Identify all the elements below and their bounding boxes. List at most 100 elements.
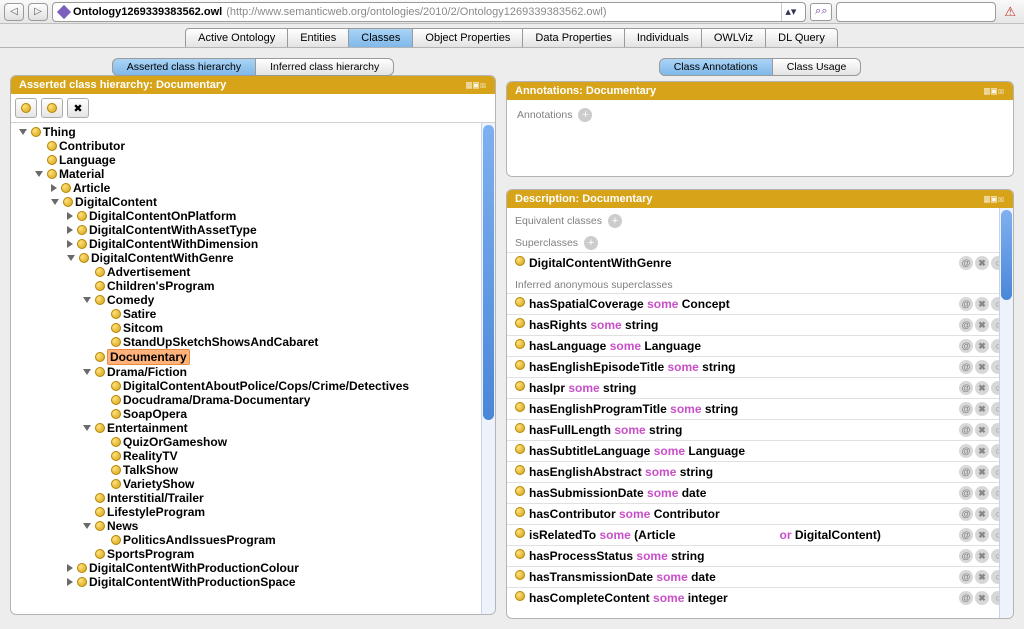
row-action-button[interactable]: @ bbox=[959, 360, 973, 374]
tree-node[interactable]: DigitalContentWithProductionSpace bbox=[65, 575, 495, 589]
panel-window-controls[interactable]: ▥▣☒ bbox=[984, 86, 1005, 97]
row-action-button[interactable]: @ bbox=[959, 318, 973, 332]
find-button[interactable]: ⌕⌕ bbox=[810, 3, 832, 21]
add-sibling-button[interactable] bbox=[41, 98, 63, 118]
tree-node[interactable]: Documentary bbox=[81, 349, 495, 365]
tree-node[interactable]: PoliticsAndIssuesProgram bbox=[97, 533, 495, 547]
row-action-button[interactable]: ✖ bbox=[975, 423, 989, 437]
row-action-button[interactable]: ✖ bbox=[975, 256, 989, 270]
row-action-button[interactable]: @ bbox=[959, 591, 973, 605]
tree-node[interactable]: DigitalContentWithGenre bbox=[65, 251, 495, 265]
tree-node[interactable]: TalkShow bbox=[97, 463, 495, 477]
row-action-button[interactable]: @ bbox=[959, 402, 973, 416]
row-action-button[interactable]: ✖ bbox=[975, 360, 989, 374]
subtab-inferred-class-hierarchy[interactable]: Inferred class hierarchy bbox=[255, 58, 394, 76]
scrollbar[interactable] bbox=[481, 123, 495, 614]
disclosure-closed-icon[interactable] bbox=[67, 564, 73, 572]
tree-node[interactable]: DigitalContentOnPlatform bbox=[65, 209, 495, 223]
tab-active-ontology[interactable]: Active Ontology bbox=[185, 28, 288, 47]
inferred-row[interactable]: hasEnglishAbstract some string @✖○ bbox=[507, 461, 1013, 482]
disclosure-open-icon[interactable] bbox=[67, 255, 75, 261]
tree-node[interactable]: DigitalContentWithDimension bbox=[65, 237, 495, 251]
tree-node[interactable]: Docudrama/Drama-Documentary bbox=[97, 393, 495, 407]
tree-node[interactable]: LifestyleProgram bbox=[81, 505, 495, 519]
inferred-row[interactable]: hasEnglishEpisodeTitle some string @✖○ bbox=[507, 356, 1013, 377]
add-annotation-button[interactable]: + bbox=[578, 108, 592, 122]
tree-node[interactable]: Children'sProgram bbox=[81, 279, 495, 293]
scrollbar[interactable] bbox=[999, 208, 1013, 618]
tree-node[interactable]: Material bbox=[33, 167, 495, 181]
tree-node[interactable]: StandUpSketchShowsAndCabaret bbox=[97, 335, 495, 349]
disclosure-open-icon[interactable] bbox=[51, 199, 59, 205]
row-action-button[interactable]: @ bbox=[959, 423, 973, 437]
tree-node[interactable]: Advertisement bbox=[81, 265, 495, 279]
row-action-button[interactable]: ✖ bbox=[975, 528, 989, 542]
row-action-button[interactable]: ✖ bbox=[975, 549, 989, 563]
tree-node[interactable]: Drama/Fiction bbox=[81, 365, 495, 379]
disclosure-closed-icon[interactable] bbox=[67, 212, 73, 220]
panel-window-controls[interactable]: ▥▣☒ bbox=[984, 194, 1005, 205]
tab-entities[interactable]: Entities bbox=[287, 28, 349, 47]
iri-dropdown-button[interactable]: ▴▾ bbox=[781, 3, 799, 21]
tree-node[interactable]: Language bbox=[33, 153, 495, 167]
row-action-button[interactable]: ✖ bbox=[975, 570, 989, 584]
tree-node[interactable]: Article bbox=[49, 181, 495, 195]
row-action-button[interactable]: @ bbox=[959, 256, 973, 270]
row-action-button[interactable]: @ bbox=[959, 465, 973, 479]
tab-dl-query[interactable]: DL Query bbox=[765, 28, 838, 47]
ontology-iri-field[interactable]: Ontology1269339383562.owl (http://www.se… bbox=[52, 2, 806, 22]
tree-node[interactable]: QuizOrGameshow bbox=[97, 435, 495, 449]
tree-node[interactable]: DigitalContentWithAssetType bbox=[65, 223, 495, 237]
subtab-class-annotations[interactable]: Class Annotations bbox=[659, 58, 773, 76]
disclosure-open-icon[interactable] bbox=[83, 297, 91, 303]
search-input[interactable] bbox=[836, 2, 996, 22]
disclosure-open-icon[interactable] bbox=[83, 523, 91, 529]
tree-node[interactable]: SoapOpera bbox=[97, 407, 495, 421]
tab-individuals[interactable]: Individuals bbox=[624, 28, 702, 47]
disclosure-open-icon[interactable] bbox=[83, 425, 91, 431]
row-action-button[interactable]: @ bbox=[959, 339, 973, 353]
tree-node[interactable]: News bbox=[81, 519, 495, 533]
row-action-button[interactable]: @ bbox=[959, 297, 973, 311]
tree-node[interactable]: Sitcom bbox=[97, 321, 495, 335]
inferred-row[interactable]: hasTransmissionDate some date @✖○ bbox=[507, 566, 1013, 587]
row-action-button[interactable]: ✖ bbox=[975, 297, 989, 311]
inferred-row[interactable]: hasProcessStatus some string @✖○ bbox=[507, 545, 1013, 566]
row-action-button[interactable]: @ bbox=[959, 486, 973, 500]
row-action-button[interactable]: @ bbox=[959, 507, 973, 521]
delete-class-button[interactable]: ✖ bbox=[67, 98, 89, 118]
inferred-row[interactable]: hasSubmissionDate some date @✖○ bbox=[507, 482, 1013, 503]
row-action-button[interactable]: ✖ bbox=[975, 402, 989, 416]
tab-data-properties[interactable]: Data Properties bbox=[522, 28, 624, 47]
disclosure-closed-icon[interactable] bbox=[67, 578, 73, 586]
disclosure-open-icon[interactable] bbox=[19, 129, 27, 135]
tree-node[interactable]: Comedy bbox=[81, 293, 495, 307]
inferred-row[interactable]: hasFullLength some string @✖○ bbox=[507, 419, 1013, 440]
inferred-row[interactable]: hasLanguage some Language @✖○ bbox=[507, 335, 1013, 356]
tree-node[interactable]: Interstitial/Trailer bbox=[81, 491, 495, 505]
disclosure-closed-icon[interactable] bbox=[67, 226, 73, 234]
row-action-button[interactable]: ✖ bbox=[975, 444, 989, 458]
disclosure-open-icon[interactable] bbox=[35, 171, 43, 177]
inferred-row[interactable]: hasEnglishProgramTitle some string @✖○ bbox=[507, 398, 1013, 419]
row-action-button[interactable]: ✖ bbox=[975, 318, 989, 332]
disclosure-open-icon[interactable] bbox=[83, 369, 91, 375]
row-action-button[interactable]: @ bbox=[959, 381, 973, 395]
inferred-row[interactable]: hasSpatialCoverage some Concept @✖○ bbox=[507, 293, 1013, 314]
tree-node[interactable]: SportsProgram bbox=[81, 547, 495, 561]
row-action-button[interactable]: ✖ bbox=[975, 381, 989, 395]
superclass-row[interactable]: DigitalContentWithGenre@✖○ bbox=[507, 252, 1013, 273]
inferred-row[interactable]: hasSubtitleLanguage some Language @✖○ bbox=[507, 440, 1013, 461]
tree-node[interactable]: VarietyShow bbox=[97, 477, 495, 491]
tab-classes[interactable]: Classes bbox=[348, 28, 413, 47]
tree-node[interactable]: Contributor bbox=[33, 139, 495, 153]
row-action-button[interactable]: ✖ bbox=[975, 339, 989, 353]
row-action-button[interactable]: @ bbox=[959, 570, 973, 584]
subtab-asserted-class-hierarchy[interactable]: Asserted class hierarchy bbox=[112, 58, 256, 76]
tree-node[interactable]: DigitalContent bbox=[49, 195, 495, 209]
add-button[interactable]: + bbox=[584, 236, 598, 250]
tree-node[interactable]: RealityTV bbox=[97, 449, 495, 463]
tree-node[interactable]: DigitalContentAboutPolice/Cops/Crime/Det… bbox=[97, 379, 495, 393]
inferred-row[interactable]: isRelatedTo some (Article or DigitalCont… bbox=[507, 524, 1013, 545]
tree-node[interactable]: Satire bbox=[97, 307, 495, 321]
